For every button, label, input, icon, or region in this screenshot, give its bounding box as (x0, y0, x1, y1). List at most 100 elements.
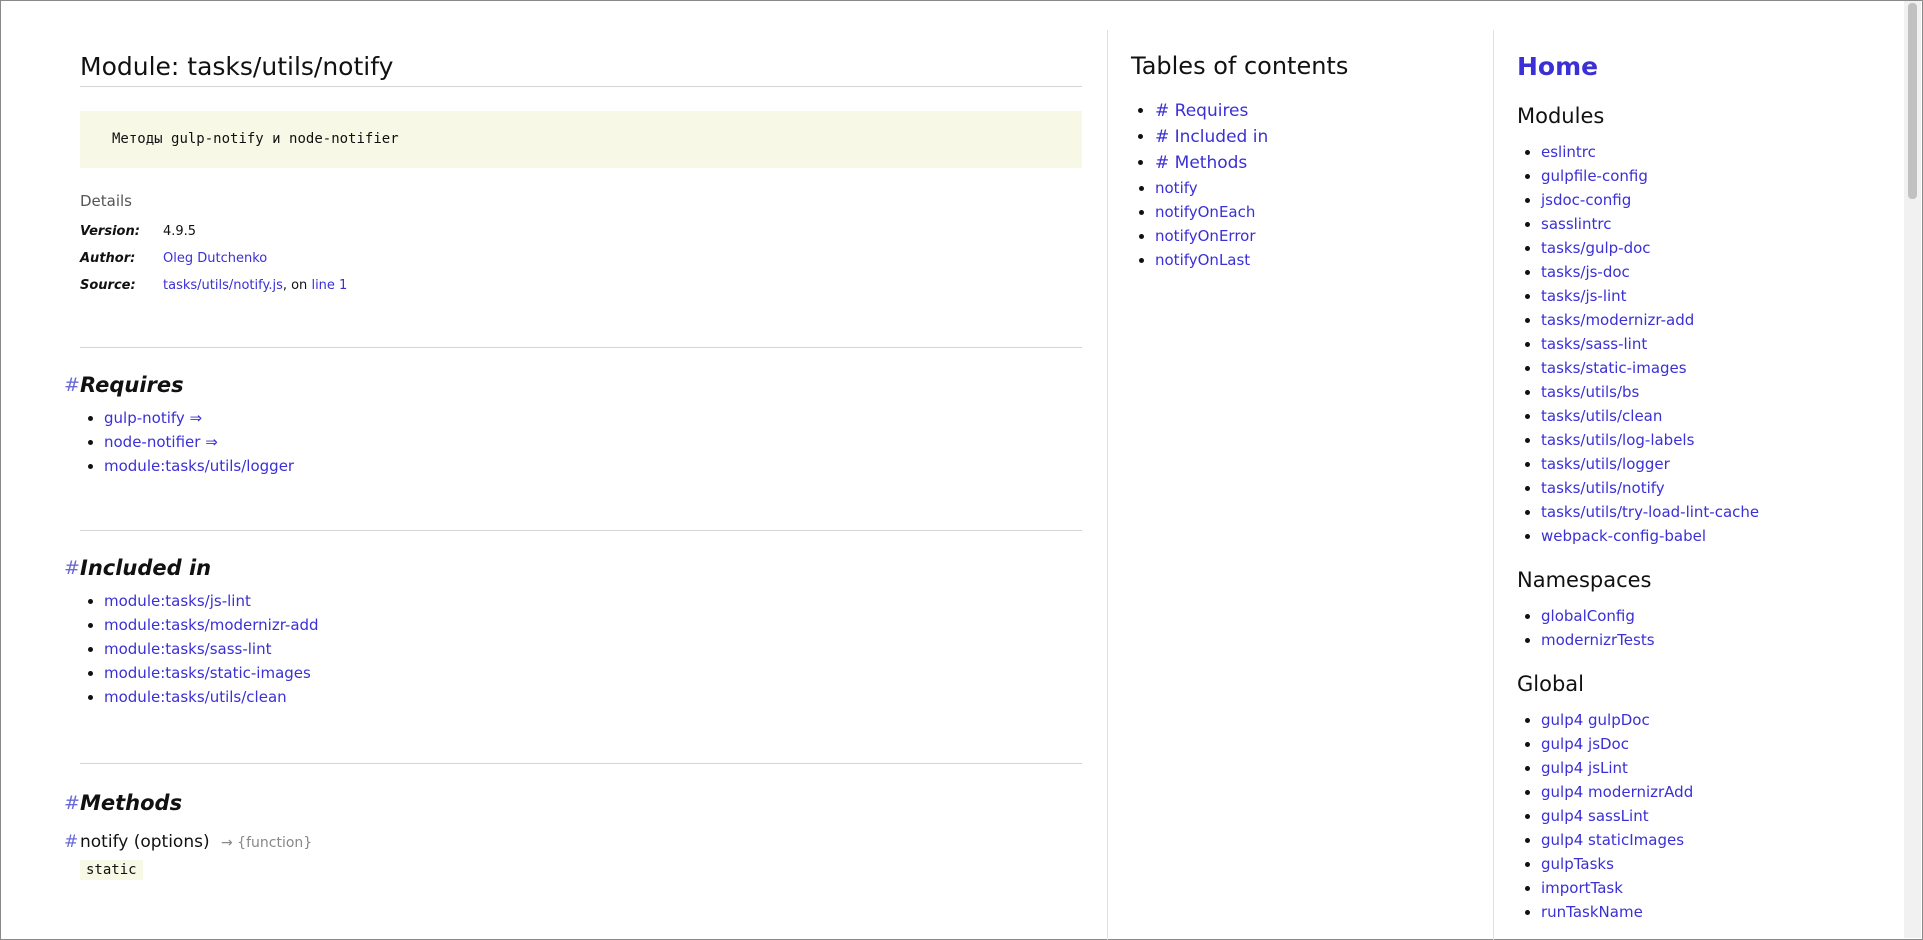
nav-module-link[interactable]: tasks/static-images (1541, 359, 1687, 377)
list-item: node-notifier ⇒ (104, 430, 1082, 454)
nav-module-link[interactable]: tasks/utils/log-labels (1541, 431, 1694, 449)
requires-link-logger[interactable]: module:tasks/utils/logger (104, 457, 294, 475)
requires-divider (80, 347, 1082, 348)
nav-namespace-link[interactable]: modernizrTests (1541, 631, 1655, 649)
requires-link-gulp-notify[interactable]: gulp-notify ⇒ (104, 409, 202, 427)
methods-anchor[interactable]: # (64, 786, 80, 820)
nav-module-link[interactable]: tasks/js-lint (1541, 287, 1627, 305)
list-item: tasks/sass-lint (1541, 332, 1897, 356)
list-item: module:tasks/utils/clean (104, 685, 1082, 709)
list-item: tasks/gulp-doc (1541, 236, 1897, 260)
toc-link-requires[interactable]: # Requires (1155, 101, 1248, 121)
toc-link-notify-on-each[interactable]: notifyOnEach (1155, 203, 1255, 221)
list-item: notify (1155, 176, 1471, 200)
nav-module-link[interactable]: tasks/js-doc (1541, 263, 1630, 281)
home-heading: Home (1517, 48, 1897, 86)
author-link[interactable]: Oleg Dutchenko (163, 245, 267, 272)
included-link-modernizr-add[interactable]: module:tasks/modernizr-add (104, 616, 319, 634)
included-link-js-lint[interactable]: module:tasks/js-lint (104, 592, 251, 610)
table-of-contents: Tables of contents # Requires # Included… (1131, 24, 1471, 272)
included-anchor[interactable]: # (64, 551, 80, 585)
included-divider (80, 530, 1082, 531)
nav-module-link[interactable]: tasks/gulp-doc (1541, 239, 1651, 257)
nav-module-link[interactable]: tasks/utils/bs (1541, 383, 1639, 401)
nav-global-link[interactable]: gulp4 modernizrAdd (1541, 783, 1693, 801)
details-author-row: Author: Oleg Dutchenko (80, 245, 1082, 272)
toc-link-included-in[interactable]: # Included in (1155, 127, 1268, 147)
nav-module-link[interactable]: jsdoc-config (1541, 191, 1631, 209)
toc-link-notify-on-last[interactable]: notifyOnLast (1155, 251, 1250, 269)
details-header: Details (80, 192, 133, 210)
vertical-scrollbar[interactable] (1904, 1, 1921, 938)
nav-global-link[interactable]: gulp4 sassLint (1541, 807, 1649, 825)
main-content: Module: tasks/utils/notify Методы gulp-n… (64, 24, 1082, 880)
included-link-sass-lint[interactable]: module:tasks/sass-lint (104, 640, 271, 658)
nav-global-link[interactable]: gulpTasks (1541, 855, 1614, 873)
version-value: 4.9.5 (163, 224, 197, 239)
nav-module-link[interactable]: tasks/utils/notify (1541, 479, 1665, 497)
list-item: tasks/utils/bs (1541, 380, 1897, 404)
list-item: gulpTasks (1541, 852, 1897, 876)
included-list: module:tasks/js-lint module:tasks/modern… (80, 589, 1082, 709)
description-prefix: Методы (112, 131, 163, 147)
toc-link-methods[interactable]: # Methods (1155, 153, 1247, 173)
requires-link-node-notifier[interactable]: node-notifier ⇒ (104, 433, 218, 451)
list-item: gulp4 gulpDoc (1541, 708, 1897, 732)
methods-heading: # Methods (64, 786, 1082, 820)
list-item: tasks/utils/notify (1541, 476, 1897, 500)
nav-module-link[interactable]: webpack-config-babel (1541, 527, 1706, 545)
nav-global-link[interactable]: runTaskName (1541, 903, 1643, 921)
list-item: gulp4 staticImages (1541, 828, 1897, 852)
author-label: Author: (80, 251, 136, 266)
nav-module-link[interactable]: tasks/modernizr-add (1541, 311, 1694, 329)
list-item: module:tasks/modernizr-add (104, 613, 1082, 637)
list-item: importTask (1541, 876, 1897, 900)
list-item: jsdoc-config (1541, 188, 1897, 212)
modules-heading: Modules (1517, 104, 1605, 128)
nav-namespace-link[interactable]: globalConfig (1541, 607, 1635, 625)
included-link-clean[interactable]: module:tasks/utils/clean (104, 688, 287, 706)
nav-global-link[interactable]: importTask (1541, 879, 1623, 897)
nav-global-link[interactable]: gulp4 staticImages (1541, 831, 1684, 849)
included-link-static-images[interactable]: module:tasks/static-images (104, 664, 311, 682)
nav-global-link[interactable]: gulp4 jsDoc (1541, 735, 1629, 753)
source-value: tasks/utils/notify.js, on line 1 (163, 272, 347, 299)
nav-module-link[interactable]: tasks/sass-lint (1541, 335, 1647, 353)
source-file-link[interactable]: tasks/utils/notify.js (163, 278, 283, 293)
version-label: Version: (80, 224, 140, 239)
nav-module-link[interactable]: sasslintrc (1541, 215, 1611, 233)
home-link[interactable]: Home (1517, 52, 1598, 81)
list-item: # Methods (1155, 150, 1471, 176)
requires-anchor[interactable]: # (64, 368, 80, 402)
list-item: tasks/utils/logger (1541, 452, 1897, 476)
nav-module-link[interactable]: gulpfile-config (1541, 167, 1648, 185)
nav-module-link[interactable]: tasks/utils/clean (1541, 407, 1662, 425)
scrollbar-thumb[interactable] (1908, 3, 1917, 199)
included-title: Included in (80, 556, 212, 580)
nav-global-link[interactable]: gulp4 gulpDoc (1541, 711, 1650, 729)
modules-list: eslintrc gulpfile-config jsdoc-config sa… (1517, 140, 1897, 548)
method-notify-anchor[interactable]: # (64, 826, 78, 858)
toc-link-notify-on-error[interactable]: notifyOnError (1155, 227, 1256, 245)
list-item: tasks/utils/clean (1541, 404, 1897, 428)
source-line-link[interactable]: line 1 (311, 278, 347, 293)
description-mid: и (272, 131, 281, 147)
method-notify-heading: # notify (options) → {function} (64, 826, 1082, 858)
included-heading: # Included in (64, 551, 1082, 585)
nav-module-link[interactable]: tasks/utils/try-load-lint-cache (1541, 503, 1759, 521)
source-mid-text: , on (282, 278, 308, 293)
list-item: tasks/utils/log-labels (1541, 428, 1897, 452)
list-item: gulp4 jsLint (1541, 756, 1897, 780)
nav-module-link[interactable]: tasks/utils/logger (1541, 455, 1670, 473)
namespaces-heading: Namespaces (1517, 568, 1652, 592)
requires-heading: # Requires (64, 368, 1082, 402)
list-item: tasks/static-images (1541, 356, 1897, 380)
requires-title: Requires (80, 373, 184, 397)
nav-global-link[interactable]: gulp4 jsLint (1541, 759, 1628, 777)
description-code-gulp-notify: gulp-notify (171, 131, 264, 147)
requires-list: gulp-notify ⇒ node-notifier ⇒ module:tas… (80, 406, 1082, 478)
method-notify-signature: notify (options) (80, 832, 210, 852)
nav-module-link[interactable]: eslintrc (1541, 143, 1596, 161)
toc-link-notify[interactable]: notify (1155, 179, 1198, 197)
list-item: modernizrTests (1541, 628, 1897, 652)
